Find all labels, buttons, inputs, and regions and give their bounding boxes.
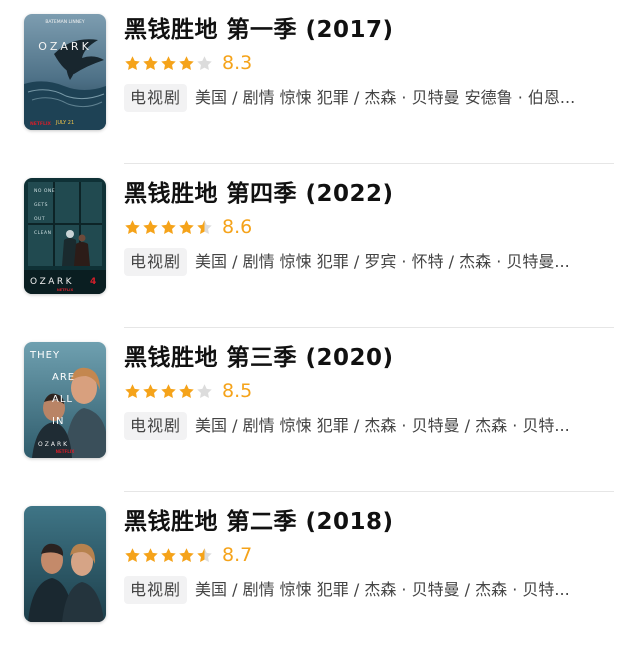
poster-art: THEY ARE ALL IN OZARK NETFLIX: [24, 342, 106, 458]
poster-season: 4: [90, 277, 96, 287]
star-rating: [124, 547, 214, 564]
star-filled-icon: [161, 547, 176, 562]
poster-panel-line: CLEAN: [34, 230, 51, 236]
poster-panel-line: OUT: [34, 216, 45, 222]
item-title[interactable]: 黑钱胜地 第三季 (2020): [124, 340, 394, 376]
poster-big-line: ALL: [52, 394, 73, 405]
star-filled-icon: [143, 547, 158, 562]
list-item[interactable]: THEY ARE ALL IN OZARK NETFLIX 黑钱胜地 第三季 (…: [0, 328, 640, 492]
star-filled-icon: [143, 55, 158, 70]
star-filled-icon: [125, 55, 140, 70]
category-tag: 电视剧: [124, 412, 188, 440]
star-rating: [124, 55, 214, 72]
poster-art: OZARK BATEMAN LINNEY JULY 21 NETFLIX: [24, 14, 106, 130]
poster-wordmark: OZARK: [38, 441, 69, 448]
star-empty-icon: [197, 383, 212, 398]
poster-wordmark: OZARK: [30, 277, 74, 287]
poster-big-line: ARE: [52, 372, 75, 383]
poster-date: JULY 21: [55, 120, 74, 126]
rating-score: 8.6: [222, 216, 253, 238]
star-filled-icon: [161, 219, 176, 234]
poster-panel-line: NO ONE: [34, 188, 55, 194]
list-item[interactable]: 黑钱胜地 第二季 (2018) 8.7 电视剧 美国 / 剧情 惊悚 犯罪 / …: [0, 492, 640, 656]
item-meta: 电视剧 美国 / 剧情 惊悚 犯罪 / 罗宾 · 怀特 / 杰森 · 贝特曼..…: [124, 246, 618, 278]
star-filled-icon: [125, 383, 140, 398]
poster-brand: NETFLIX: [30, 121, 52, 127]
rating-score: 8.5: [222, 380, 253, 402]
star-filled-icon: [179, 219, 194, 234]
star-rating: [124, 383, 214, 400]
poster-art: [24, 506, 106, 622]
star-filled-icon: [161, 383, 176, 398]
poster-top-text: BATEMAN LINNEY: [45, 19, 85, 25]
rating: 8.7: [124, 540, 252, 570]
category-tag: 电视剧: [124, 84, 188, 112]
star-half-icon: [197, 547, 212, 562]
star-filled-icon: [179, 547, 194, 562]
star-empty-icon: [197, 55, 212, 70]
category-tag: 电视剧: [124, 248, 188, 276]
star-filled-icon: [161, 55, 176, 70]
rating: 8.3: [124, 48, 252, 78]
ozark-season-1-poster-icon[interactable]: OZARK BATEMAN LINNEY JULY 21 NETFLIX: [24, 14, 106, 130]
poster-brand: NETFLIX: [57, 288, 74, 292]
star-filled-icon: [143, 219, 158, 234]
poster-big-line: IN: [52, 416, 64, 427]
item-meta: 电视剧 美国 / 剧情 惊悚 犯罪 / 杰森 · 贝特曼 安德鲁 · 伯恩...: [124, 82, 618, 114]
ozark-season-2-poster-icon[interactable]: [24, 506, 106, 622]
rating-score: 8.7: [222, 544, 253, 566]
poster-art: NO ONE GETS OUT CLEAN OZARK 4 NETFLIX: [24, 178, 106, 294]
item-info: 美国 / 剧情 惊悚 犯罪 / 杰森 · 贝特曼 安德鲁 · 伯恩...: [195, 88, 576, 107]
star-half-icon: [197, 219, 212, 234]
star-filled-icon: [125, 547, 140, 562]
star-filled-icon: [179, 383, 194, 398]
item-title[interactable]: 黑钱胜地 第二季 (2018): [124, 504, 394, 540]
ozark-season-3-poster-icon[interactable]: THEY ARE ALL IN OZARK NETFLIX: [24, 342, 106, 458]
category-tag: 电视剧: [124, 576, 188, 604]
rating: 8.6: [124, 212, 252, 242]
list-item[interactable]: OZARK BATEMAN LINNEY JULY 21 NETFLIX 黑钱胜…: [0, 0, 640, 164]
ozark-season-4-poster-icon[interactable]: NO ONE GETS OUT CLEAN OZARK 4 NETFLIX: [24, 178, 106, 294]
item-info: 美国 / 剧情 惊悚 犯罪 / 杰森 · 贝特曼 / 杰森 · 贝特...: [195, 416, 570, 435]
item-title[interactable]: 黑钱胜地 第一季 (2017): [124, 12, 394, 48]
star-filled-icon: [179, 55, 194, 70]
item-meta: 电视剧 美国 / 剧情 惊悚 犯罪 / 杰森 · 贝特曼 / 杰森 · 贝特..…: [124, 574, 618, 606]
poster-wordmark: OZARK: [38, 40, 92, 53]
star-filled-icon: [143, 383, 158, 398]
poster-big-line: THEY: [29, 350, 60, 361]
result-list: OZARK BATEMAN LINNEY JULY 21 NETFLIX 黑钱胜…: [0, 0, 640, 622]
item-meta: 电视剧 美国 / 剧情 惊悚 犯罪 / 杰森 · 贝特曼 / 杰森 · 贝特..…: [124, 410, 618, 442]
rating-score: 8.3: [222, 52, 253, 74]
poster-brand: NETFLIX: [56, 449, 75, 454]
list-item[interactable]: NO ONE GETS OUT CLEAN OZARK 4 NETFLIX 黑钱…: [0, 164, 640, 328]
star-filled-icon: [125, 219, 140, 234]
item-info: 美国 / 剧情 惊悚 犯罪 / 罗宾 · 怀特 / 杰森 · 贝特曼...: [195, 252, 570, 271]
rating: 8.5: [124, 376, 252, 406]
poster-panel-line: GETS: [34, 202, 48, 208]
item-title[interactable]: 黑钱胜地 第四季 (2022): [124, 176, 394, 212]
star-rating: [124, 219, 214, 236]
item-info: 美国 / 剧情 惊悚 犯罪 / 杰森 · 贝特曼 / 杰森 · 贝特...: [195, 580, 570, 599]
